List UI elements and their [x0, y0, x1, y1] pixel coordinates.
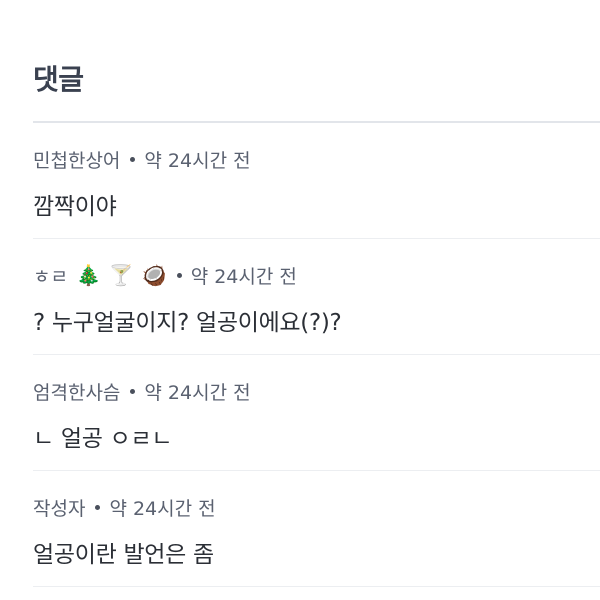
- comment-time: 약 24시간 전: [109, 497, 216, 520]
- cocktail-emoji-icon: 🍸: [108, 263, 134, 287]
- comment-author[interactable]: 엄격한사슴: [33, 378, 120, 405]
- comment-body: 얼공이란 발언은 좀: [33, 542, 214, 568]
- comment-body: ㄴ 얼공 ㅇㄹㄴ: [33, 426, 173, 452]
- comment-meta: 작성자 약 24시간 전: [33, 493, 216, 521]
- tree-emoji-icon: 🎄: [75, 263, 101, 287]
- comment-body: 깜짝이야: [33, 194, 117, 220]
- comment-meta: ㅎㄹ 🎄 🍸 🥥 약 24시간 전: [33, 261, 297, 289]
- separator-dot: [130, 388, 136, 394]
- comment-author[interactable]: 작성자: [33, 494, 85, 521]
- comments-section-title: 댓글: [33, 63, 84, 96]
- comment-body: ? 누구얼굴이지? 얼공이에요(?)?: [33, 310, 342, 336]
- comment-item: 민첩한상어 약 24시간 전 깜짝이야: [33, 123, 600, 239]
- separator-dot: [176, 272, 182, 278]
- comment-author[interactable]: 민첩한상어: [33, 146, 120, 173]
- comments-page: 댓글 민첩한상어 약 24시간 전 깜짝이야 ㅎㄹ 🎄 🍸 🥥 약 24시간 전…: [0, 0, 600, 600]
- comment-time: 약 24시간 전: [144, 381, 251, 404]
- comment-meta: 민첩한상어 약 24시간 전: [33, 145, 251, 173]
- separator-dot: [130, 156, 136, 162]
- comment-item: 엄격한사슴 약 24시간 전 ㄴ 얼공 ㅇㄹㄴ: [33, 355, 600, 471]
- comment-meta: 엄격한사슴 약 24시간 전: [33, 377, 251, 405]
- comment-time: 약 24시간 전: [144, 149, 251, 172]
- separator-dot: [95, 504, 101, 510]
- comment-list: 민첩한상어 약 24시간 전 깜짝이야 ㅎㄹ 🎄 🍸 🥥 약 24시간 전 ? …: [0, 123, 600, 587]
- coconut-emoji-icon: 🥥: [141, 263, 167, 287]
- comment-author[interactable]: ㅎㄹ: [33, 262, 68, 289]
- comment-item: 작성자 약 24시간 전 얼공이란 발언은 좀: [33, 471, 600, 587]
- comment-time: 약 24시간 전: [190, 265, 297, 288]
- comment-item: ㅎㄹ 🎄 🍸 🥥 약 24시간 전 ? 누구얼굴이지? 얼공이에요(?)?: [33, 239, 600, 355]
